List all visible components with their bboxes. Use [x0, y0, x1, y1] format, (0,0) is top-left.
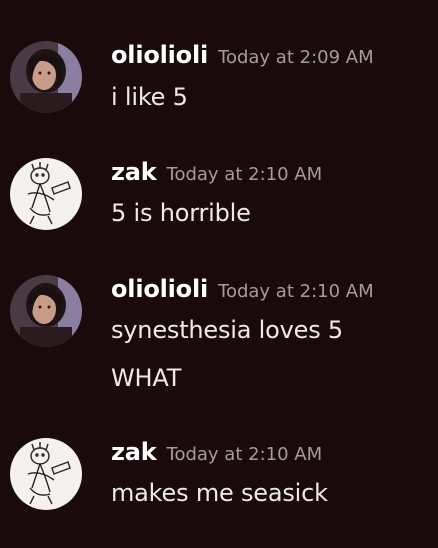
user-avatar[interactable] — [10, 438, 82, 510]
message-timestamp[interactable]: Today at 2:10 AM — [167, 444, 323, 465]
message-group: zak Today at 2:10 AM makes me seasick — [0, 0, 438, 548]
message-text: makes me seasick — [111, 479, 328, 507]
sketch-avatar-icon — [10, 438, 82, 510]
author-name[interactable]: zak — [111, 438, 157, 466]
